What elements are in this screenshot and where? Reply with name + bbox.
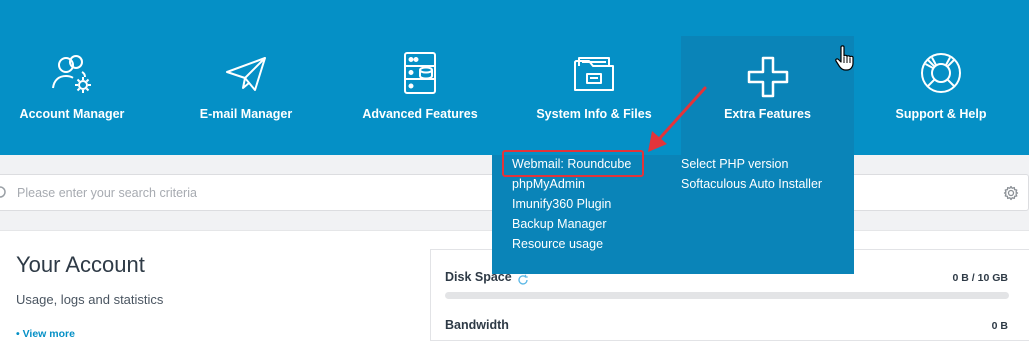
refresh-icon[interactable]	[517, 274, 529, 286]
bandwidth-label: Bandwidth	[445, 318, 509, 332]
nav-email-manager[interactable]: E-mail Manager	[185, 0, 307, 155]
page: Account Manager E-mail Manager Advanced …	[0, 0, 1029, 341]
server-database-icon	[404, 52, 436, 94]
nav-system-info-files[interactable]: System Info & Files	[530, 0, 658, 155]
nav-account-manager[interactable]: Account Manager	[8, 0, 136, 155]
menu-item-imunify360[interactable]: Imunify360 Plugin	[512, 197, 611, 211]
gear-icon[interactable]	[1003, 185, 1019, 201]
users-gear-icon	[52, 55, 91, 93]
nav-label: System Info & Files	[536, 107, 652, 121]
disk-space-value: 0 B / 10 GB	[952, 272, 1008, 284]
nav-extra-features[interactable]: Extra Features	[681, 36, 854, 155]
hand-cursor-icon	[835, 45, 854, 71]
menu-item-softaculous[interactable]: Softaculous Auto Installer	[681, 177, 822, 191]
nav-support-help[interactable]: Support & Help	[880, 0, 1002, 155]
nav-label: E-mail Manager	[199, 107, 293, 121]
view-more-link[interactable]: • View more	[16, 328, 75, 340]
paper-plane-icon	[226, 57, 266, 91]
nav-advanced-features[interactable]: Advanced Features	[355, 0, 485, 155]
menu-item-resource-usage[interactable]: Resource usage	[512, 237, 603, 251]
page-title: Your Account	[16, 252, 145, 277]
highlight-box	[502, 150, 644, 177]
nav-label: Extra Features	[724, 107, 811, 121]
lifebuoy-icon	[921, 53, 961, 93]
top-navigation: Account Manager E-mail Manager Advanced …	[0, 0, 1029, 155]
bandwidth-value: 0 B	[991, 320, 1008, 332]
folder-icon	[574, 57, 614, 91]
page-subtitle: Usage, logs and statistics	[16, 292, 164, 307]
disk-usage-bar	[445, 292, 1009, 299]
nav-label: Advanced Features	[362, 107, 478, 121]
nav-label: Support & Help	[895, 107, 987, 121]
nav-label: Account Manager	[19, 107, 125, 121]
menu-item-backup-manager[interactable]: Backup Manager	[512, 217, 607, 231]
menu-item-phpmyadmin[interactable]: phpMyAdmin	[512, 177, 585, 191]
search-icon	[0, 186, 6, 198]
menu-item-select-php-version[interactable]: Select PHP version	[681, 157, 788, 171]
plus-icon	[747, 56, 788, 98]
